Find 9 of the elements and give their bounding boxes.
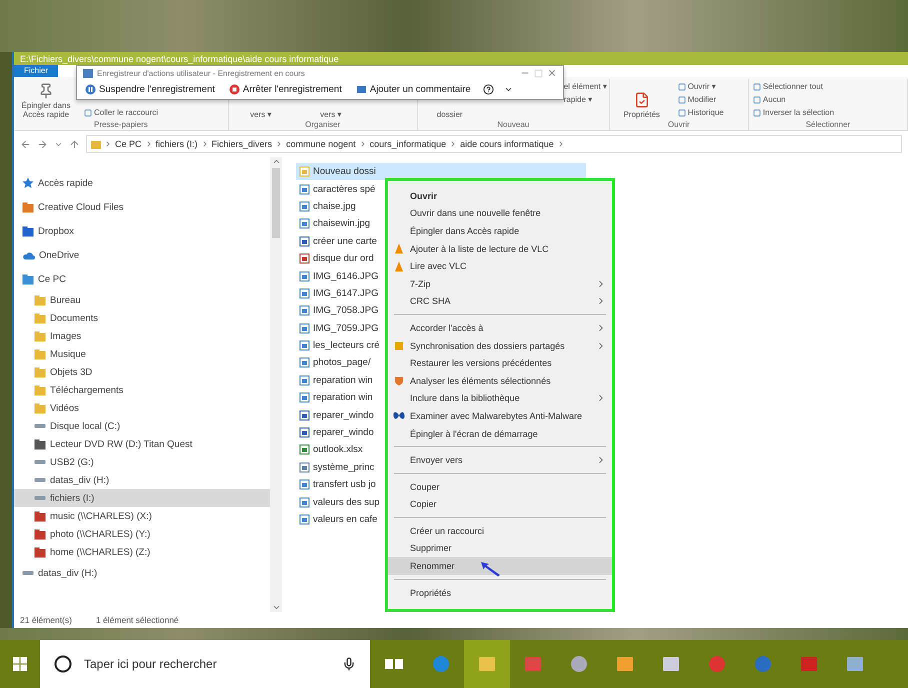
dialog-title: Enregistreur d'actions utilisateur - Enregistrement en cours: [97, 68, 306, 78]
window-title: E:\Fichiers_divers\commune nogent\cours_informatique\aide cours informatique: [20, 54, 339, 64]
group-label: Ouvrir: [666, 120, 691, 131]
item-count: 21 élément(s): [20, 615, 72, 625]
group-label: Nouveau: [496, 120, 530, 131]
group-label: Sélectionner: [804, 120, 852, 131]
group-label: Presse-papiers: [92, 120, 149, 131]
selection-count: 1 élément sélectionné: [96, 615, 179, 625]
group-label: Organiser: [304, 120, 342, 131]
